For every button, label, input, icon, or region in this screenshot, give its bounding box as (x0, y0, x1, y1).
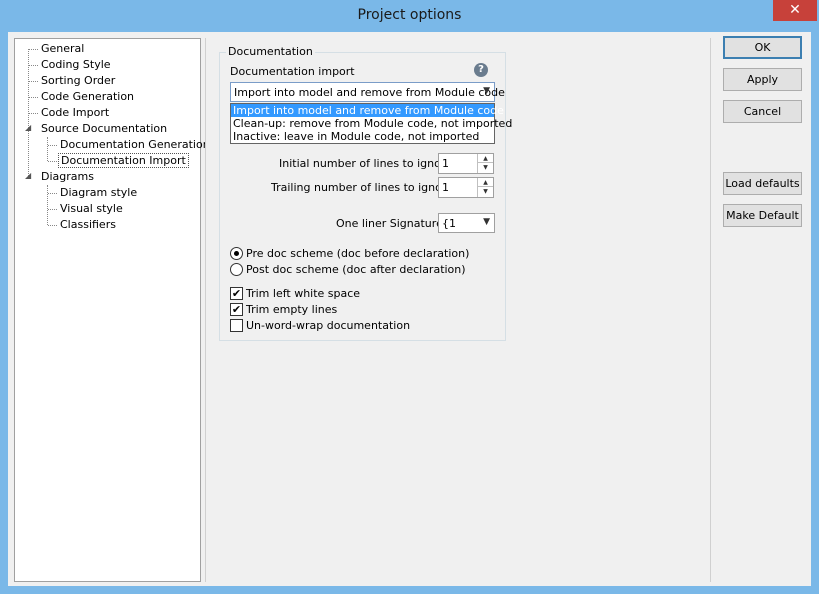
chevron-down-icon: ▼ (483, 217, 490, 227)
tree-item-code-generation[interactable]: Code Generation (41, 89, 134, 104)
check-icon: ✔ (231, 287, 242, 300)
tree-item-general[interactable]: General (41, 41, 84, 56)
post-doc-label[interactable]: Post doc scheme (doc after declaration) (246, 263, 466, 276)
spin-down-icon[interactable]: ▼ (478, 163, 493, 172)
apply-button[interactable]: Apply (723, 68, 802, 91)
check-icon: ✔ (231, 303, 242, 316)
trailing-lines-spinner[interactable]: 1 ▲ ▼ (438, 177, 494, 198)
title-bar: Project options ✕ (0, 0, 819, 32)
options-tree[interactable]: General Coding Style Sorting Order Code … (14, 38, 210, 582)
collapse-arrow-icon[interactable]: ◢ (25, 123, 31, 132)
make-default-button[interactable]: Make Default (723, 204, 802, 227)
tree-item-documentation-generation[interactable]: Documentation Generation (60, 137, 210, 152)
collapse-arrow-icon[interactable]: ◢ (25, 171, 31, 180)
tree-item-documentation-import[interactable]: Documentation Import (58, 153, 189, 168)
doc-import-select[interactable]: Import into model and remove from Module… (230, 82, 505, 102)
tree-item-code-import[interactable]: Code Import (41, 105, 109, 120)
group-title: Documentation (226, 45, 315, 58)
close-button[interactable]: ✕ (773, 0, 817, 21)
spin-down-icon[interactable]: ▼ (478, 187, 493, 196)
trim-empty-checkbox[interactable]: ✔ (230, 303, 243, 316)
initial-lines-label: Initial number of lines to ignore (279, 157, 452, 170)
post-doc-radio[interactable] (230, 263, 243, 276)
doc-import-dropdown[interactable]: Import into model and remove from Module… (230, 103, 512, 144)
dropdown-option-cleanup[interactable]: Clean-up: remove from Module code, not i… (231, 117, 512, 130)
pre-doc-label[interactable]: Pre doc scheme (doc before declaration) (246, 247, 469, 260)
chevron-down-icon: ▼ (483, 86, 490, 96)
ok-button[interactable]: OK (723, 36, 802, 59)
tree-item-diagrams[interactable]: Diagrams (41, 169, 94, 184)
trim-left-checkbox[interactable]: ✔ (230, 287, 243, 300)
tree-item-sorting-order[interactable]: Sorting Order (41, 73, 115, 88)
tree-item-coding-style[interactable]: Coding Style (41, 57, 111, 72)
tree-item-visual-style[interactable]: Visual style (60, 201, 123, 216)
tree-item-classifiers[interactable]: Classifiers (60, 217, 116, 232)
help-icon[interactable]: ? (474, 63, 488, 77)
one-liner-label: One liner Signature (336, 217, 443, 230)
trim-left-label[interactable]: Trim left white space (246, 287, 360, 300)
project-options-window: Project options ✕ General Coding Style S… (0, 0, 819, 594)
one-liner-select[interactable]: {1 ▼ (438, 213, 495, 233)
unwrap-label[interactable]: Un-word-wrap documentation (246, 319, 410, 332)
unwrap-checkbox[interactable] (230, 319, 243, 332)
dropdown-option-inactive[interactable]: Inactive: leave in Module code, not impo… (231, 130, 494, 143)
trim-empty-label[interactable]: Trim empty lines (246, 303, 337, 316)
initial-lines-spinner[interactable]: 1 ▲ ▼ (438, 153, 494, 174)
cancel-button[interactable]: Cancel (723, 100, 802, 123)
spin-up-icon[interactable]: ▲ (478, 154, 493, 163)
pre-doc-radio[interactable] (230, 247, 243, 260)
dropdown-option-import[interactable]: Import into model and remove from Module… (231, 104, 504, 117)
window-title: Project options (357, 7, 462, 23)
load-defaults-button[interactable]: Load defaults (723, 172, 802, 195)
spin-up-icon[interactable]: ▲ (478, 178, 493, 187)
doc-import-label: Documentation import (230, 65, 355, 78)
tree-item-source-documentation[interactable]: Source Documentation (41, 121, 167, 136)
trailing-lines-label: Trailing number of lines to ignore (271, 181, 453, 194)
tree-item-diagram-style[interactable]: Diagram style (60, 185, 137, 200)
